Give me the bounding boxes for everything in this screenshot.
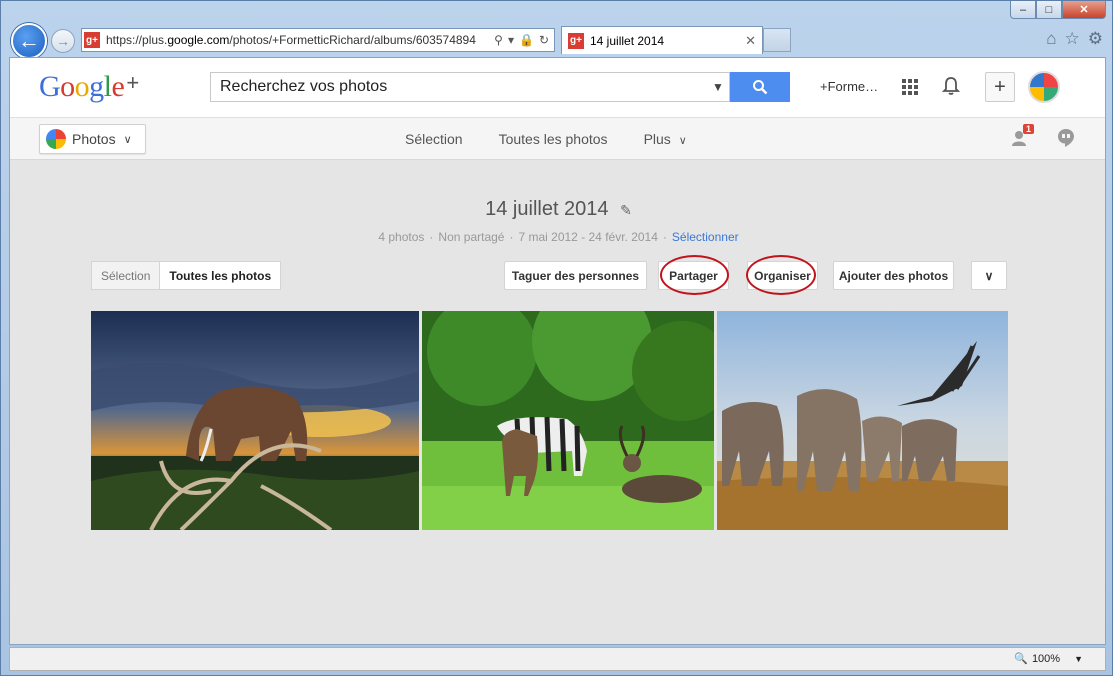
browser-tab[interactable]: g+ 14 juillet 2014 ✕ <box>561 26 763 54</box>
chevron-down-icon: ∨ <box>123 133 132 146</box>
google-plus-logo[interactable]: Google+ <box>39 70 139 104</box>
home-icon[interactable]: ⌂ <box>1046 29 1056 49</box>
nav-all-photos[interactable]: Toutes les photos <box>499 131 608 147</box>
window-controls: – □ ✕ <box>1010 1 1106 19</box>
tab-title: 14 juillet 2014 <box>590 33 665 48</box>
edit-pencil-icon[interactable]: ✎ <box>620 202 632 218</box>
logo-letter: o <box>60 70 75 103</box>
url-path: /photos/+FormetticRichard/albums/6035748… <box>229 33 476 47</box>
photos-label: Photos <box>72 131 116 147</box>
navigation-bar: ← → g+ https://plus.google.com/photos/+F… <box>9 23 1107 59</box>
photo-elephant-sunset[interactable] <box>91 311 419 530</box>
page-content: Google+ ▼ +Forme… + <box>9 57 1106 645</box>
toggle-selection[interactable]: Sélection <box>92 262 161 289</box>
chevron-down-icon[interactable]: ▼ <box>707 80 729 94</box>
minimize-button[interactable]: – <box>1010 1 1036 19</box>
search-input[interactable] <box>211 78 707 96</box>
photos-subbar: Photos ∨ Sélection Toutes les photos Plu… <box>10 118 1105 160</box>
date-range: 7 mai 2012 - 24 févr. 2014 <box>518 230 658 244</box>
view-toggle: Sélection Toutes les photos <box>91 261 282 290</box>
status-bar: 🔍 100% ▼ <box>9 647 1106 671</box>
user-name-link[interactable]: +Forme… <box>820 79 878 94</box>
forward-arrow-icon: → <box>56 33 70 49</box>
zoom-magnifier-icon: 🔍 <box>1014 653 1028 665</box>
google-bar: Google+ ▼ +Forme… + <box>10 58 1105 118</box>
logo-plus: + <box>126 70 139 95</box>
zoom-level: 100% <box>1031 652 1061 665</box>
dropdown-icon[interactable]: ▾ <box>508 33 514 47</box>
favorites-star-icon[interactable]: ☆ <box>1065 29 1080 49</box>
tab-close-icon[interactable]: ✕ <box>745 33 756 49</box>
magnifier-icon <box>753 80 768 95</box>
back-button[interactable]: ← <box>11 23 47 59</box>
logo-letter: G <box>39 70 61 103</box>
refresh-icon[interactable]: ↻ <box>539 33 549 47</box>
notifications-bell-icon[interactable] <box>941 76 961 101</box>
photo-count: 4 photos <box>378 230 425 244</box>
url-prefix: https://plus. <box>106 33 168 47</box>
sharing-status: Non partagé <box>438 230 505 244</box>
lock-icon[interactable]: 🔒 <box>519 33 534 47</box>
address-bar[interactable]: g+ https://plus.google.com/photos/+Forme… <box>81 28 555 52</box>
notification-count-badge: 1 <box>1023 124 1035 134</box>
logo-letter: o <box>74 70 90 103</box>
zoom-control[interactable]: 🔍 100% ▼ <box>1014 652 1083 666</box>
album-title: 14 juillet 2014 ✎ <box>10 198 1105 221</box>
close-window-button[interactable]: ✕ <box>1062 1 1106 19</box>
annotation-circle-share <box>660 255 729 295</box>
apps-grid-icon[interactable] <box>902 79 918 95</box>
google-plus-favicon-icon: g+ <box>84 32 100 48</box>
logo-letter: e <box>111 70 125 103</box>
logo-letter: l <box>103 70 112 103</box>
album-meta: 4 photos · Non partagé · 7 mai 2012 - 24 fév… <box>10 230 1105 244</box>
toggle-all-photos[interactable]: Toutes les photos <box>160 262 280 289</box>
chevron-down-icon: ▼ <box>1074 653 1083 664</box>
browser-window: – □ ✕ ← → g+ https://plus.google.com/pho… <box>0 0 1113 676</box>
annotation-circle-organize <box>746 255 816 295</box>
meta-separator: · <box>429 230 434 244</box>
logo-letter: g <box>89 70 104 103</box>
album-title-text[interactable]: 14 juillet 2014 <box>485 198 608 220</box>
photos-pinwheel-icon <box>46 129 66 149</box>
search-icon[interactable]: ⚲ <box>494 33 503 47</box>
chevron-down-icon: ∨ <box>984 268 994 283</box>
share-add-button[interactable]: + <box>985 72 1015 102</box>
nav-more[interactable]: Plus ∨ <box>644 131 687 147</box>
tab-favicon-icon: g+ <box>568 32 584 49</box>
url-text[interactable]: https://plus.google.com/photos/+Formetti… <box>106 33 489 47</box>
hangouts-icon[interactable] <box>1057 128 1075 153</box>
photos-nav: Sélection Toutes les photos Plus ∨ <box>405 131 687 147</box>
nav-more-label: Plus <box>643 131 671 147</box>
maximize-button[interactable]: □ <box>1036 1 1062 19</box>
meta-separator: · <box>509 230 514 244</box>
meta-separator: · <box>662 230 667 244</box>
photos-menu-button[interactable]: Photos ∨ <box>39 124 146 154</box>
avatar[interactable] <box>1028 71 1060 103</box>
chevron-down-icon: ∨ <box>678 135 687 147</box>
new-tab-button[interactable] <box>763 28 791 52</box>
back-arrow-icon: ← <box>18 28 40 53</box>
add-photos-button[interactable]: Ajouter des photos <box>833 261 954 290</box>
photo-elephant-herd-stork[interactable] <box>717 311 1008 530</box>
tag-people-button[interactable]: Taguer des personnes <box>504 261 647 290</box>
forward-button[interactable]: → <box>51 29 75 53</box>
photo-zebra-waterbuck[interactable] <box>422 311 714 530</box>
more-actions-button[interactable]: ∨ <box>971 261 1007 290</box>
select-link[interactable]: Sélectionner <box>672 230 739 244</box>
search-button[interactable] <box>730 72 790 102</box>
people-notifications[interactable]: 1 <box>1011 124 1035 152</box>
settings-gear-icon[interactable]: ⚙ <box>1088 29 1103 49</box>
url-domain: google.com <box>167 33 230 47</box>
nav-selection[interactable]: Sélection <box>405 131 463 147</box>
search-box: ▼ <box>210 72 730 102</box>
